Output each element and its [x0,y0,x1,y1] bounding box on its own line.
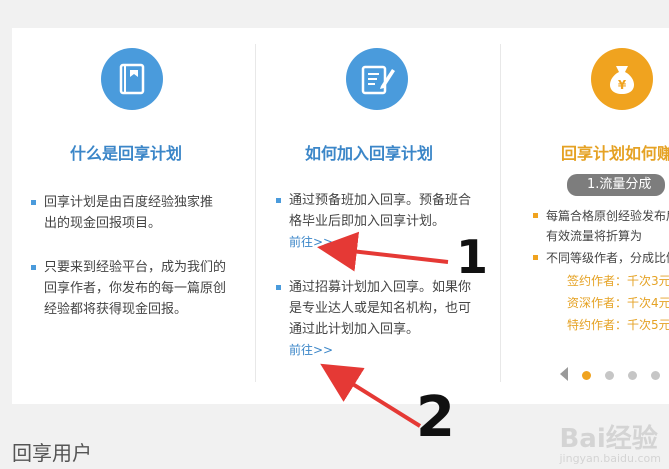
watermark-logo-text: Bai经验 [559,424,658,454]
annotation-label-1: 1 [456,230,489,284]
annotation-arrows [317,231,449,428]
annotation-label-2: 2 [416,385,455,450]
watermark-url: jingyan.baidu.com [559,452,661,465]
baidu-watermark: Bai经验 jingyan.baidu.com [559,425,661,465]
